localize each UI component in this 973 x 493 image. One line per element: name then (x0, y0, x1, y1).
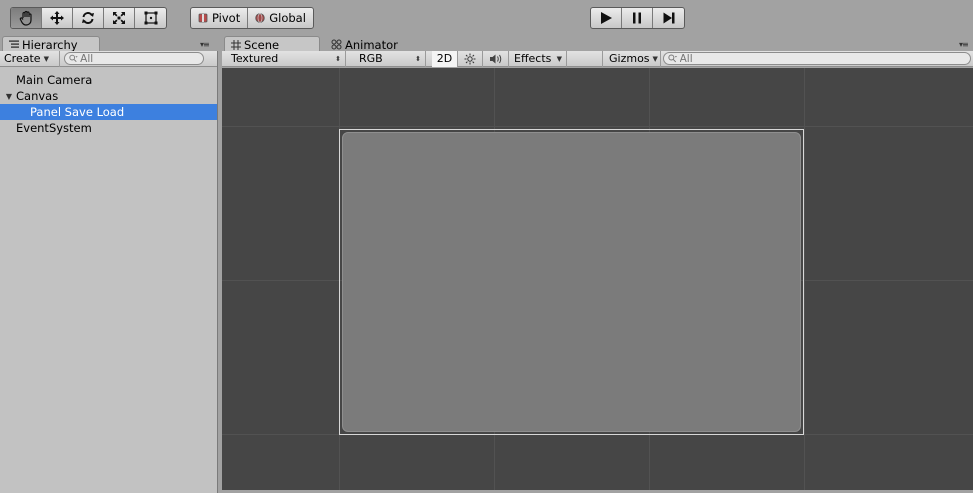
mode-2d-toggle[interactable]: 2D (432, 50, 458, 67)
tab-animator-label: Animator (345, 37, 398, 52)
step-icon (663, 12, 674, 24)
scale-tool-button[interactable] (104, 8, 135, 28)
rotate-icon (82, 12, 94, 24)
chevron-down-icon: ▼ (556, 54, 562, 63)
mode-2d-label: 2D (436, 52, 453, 65)
global-button[interactable]: Global (248, 8, 313, 28)
rotate-tool-button[interactable] (73, 8, 104, 28)
playback-controls (590, 7, 685, 29)
animator-icon (331, 39, 342, 50)
scene-panel-menu-icon[interactable]: ▾≡ (959, 40, 969, 49)
color-mode-dropdown[interactable]: RGB ⬍ (350, 50, 426, 67)
audio-toggle[interactable] (483, 50, 509, 67)
rect-transform-icon (144, 11, 157, 25)
hierarchy-panel: Create ▼ Main Camera ▼ Canvas Panel Save… (0, 50, 218, 493)
color-mode-label: RGB (359, 52, 383, 65)
pivot-button[interactable]: Pivot (191, 8, 249, 28)
updown-caret-icon: ⬍ (335, 54, 341, 63)
updown-caret-icon: ⬍ (415, 54, 421, 63)
pause-icon (633, 12, 641, 24)
grid-line (222, 126, 973, 127)
scene-toolbar: Textured ⬍ RGB ⬍ 2D Effects ▼ Gizmos ▼ (222, 50, 973, 67)
hand-icon (19, 10, 32, 26)
effects-label: Effects (514, 52, 552, 65)
hierarchy-item-canvas[interactable]: ▼ Canvas (0, 88, 217, 104)
tab-scene-label: Scene (244, 37, 280, 52)
main-toolbar: Pivot Global (0, 0, 973, 36)
search-icon (69, 54, 78, 63)
shading-mode-label: Textured (231, 52, 279, 65)
gizmos-dropdown[interactable]: Gizmos ▼ (603, 50, 661, 67)
gizmos-label: Gizmos (609, 52, 650, 65)
hierarchy-item-eventsystem[interactable]: EventSystem (0, 120, 217, 136)
hierarchy-tree: Main Camera ▼ Canvas Panel Save Load Eve… (0, 67, 217, 136)
create-label: Create (4, 52, 41, 65)
hierarchy-search-input[interactable] (80, 52, 199, 65)
speaker-icon (489, 54, 501, 63)
pivot-label: Pivot (212, 11, 241, 25)
play-icon (601, 12, 612, 24)
grid-line (804, 68, 805, 490)
sun-icon (464, 53, 476, 64)
pause-button[interactable] (622, 8, 653, 28)
hierarchy-panel-menu-icon[interactable]: ▾≡ (200, 40, 210, 49)
global-label: Global (269, 11, 306, 25)
grid-hash-icon (231, 39, 241, 50)
scene-search-input[interactable] (679, 52, 966, 65)
move-tool-button[interactable] (42, 8, 73, 28)
chevron-down-icon: ▼ (652, 54, 658, 63)
scene-tabbar: Scene Animator ▾≡ (222, 36, 973, 52)
create-dropdown[interactable]: Create ▼ (0, 50, 60, 67)
hierarchy-item-label: EventSystem (16, 121, 92, 135)
chevron-down-icon: ▼ (43, 54, 49, 63)
hierarchy-tabbar: Hierarchy ▾≡ (0, 36, 218, 52)
step-button[interactable] (653, 8, 684, 28)
panel-save-load-rect[interactable] (342, 132, 801, 432)
scale-icon (113, 12, 125, 24)
scene-viewport[interactable] (222, 68, 973, 490)
expand-triangle-icon[interactable]: ▼ (3, 92, 15, 101)
scene-search[interactable] (663, 52, 971, 65)
hand-tool-button[interactable] (11, 8, 42, 28)
toolbar-spacer (567, 50, 603, 67)
hierarchy-item-main-camera[interactable]: Main Camera (0, 72, 217, 88)
hierarchy-subbar: Create ▼ (0, 50, 217, 67)
tab-hierarchy-label: Hierarchy (22, 37, 78, 52)
hierarchy-item-label: Panel Save Load (30, 105, 125, 119)
hierarchy-search[interactable] (64, 52, 204, 65)
effects-dropdown[interactable]: Effects ▼ (509, 50, 567, 67)
hierarchy-item-label: Main Camera (16, 73, 93, 87)
play-button[interactable] (591, 8, 622, 28)
hierarchy-item-panel-save-load[interactable]: Panel Save Load (0, 104, 217, 120)
search-icon (668, 54, 678, 63)
move-arrows-icon (50, 11, 64, 25)
rect-tool-button[interactable] (135, 8, 166, 28)
hierarchy-item-label: Canvas (16, 89, 59, 103)
canvas-bounds[interactable] (339, 129, 804, 435)
transform-tools (10, 7, 167, 29)
pivot-icon (198, 13, 208, 23)
globe-icon (255, 13, 265, 23)
shading-mode-dropdown[interactable]: Textured ⬍ (222, 50, 346, 67)
list-icon (9, 40, 19, 48)
lighting-toggle[interactable] (458, 50, 483, 67)
pivot-global-toggles: Pivot Global (190, 7, 314, 29)
